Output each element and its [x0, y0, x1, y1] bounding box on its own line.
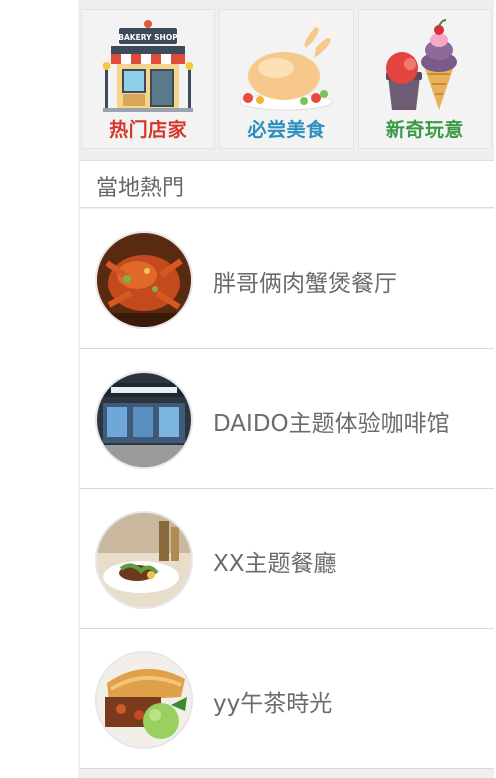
- place-name: yy午茶時光: [213, 691, 333, 717]
- svg-text:BAKERY SHOP: BAKERY SHOP: [118, 33, 178, 42]
- place-name: XX主题餐廳: [213, 551, 337, 577]
- section-title: 當地熱門: [96, 176, 185, 201]
- category-must-try-food[interactable]: 必尝美食: [219, 9, 354, 149]
- places-list: 胖哥俩肉蟹煲餐厅 DAIDO主题体验咖啡馆 XX主题餐廳 yy午茶時光: [80, 209, 494, 769]
- bottom-divider: [80, 769, 494, 778]
- bakery-shop-icon: BAKERY SHOP: [103, 20, 194, 112]
- list-item[interactable]: yy午茶時光: [80, 629, 494, 769]
- list-item[interactable]: XX主题餐廳: [80, 489, 494, 629]
- category-label: 新奇玩意: [385, 119, 464, 141]
- place-name: 胖哥俩肉蟹煲餐厅: [213, 271, 397, 297]
- category-label: 热门店家: [109, 119, 188, 141]
- pie-dessert-photo: [95, 651, 193, 749]
- roast-chicken-icon: [239, 20, 336, 111]
- list-item[interactable]: 胖哥俩肉蟹煲餐厅: [80, 209, 494, 349]
- category-label: 必尝美食: [247, 119, 326, 141]
- category-row: BAKERY SHOP 热门店家 必尝美食 新奇玩意: [81, 9, 492, 149]
- list-item[interactable]: DAIDO主题体验咖啡馆: [80, 349, 494, 489]
- place-name: DAIDO主题体验咖啡馆: [213, 411, 450, 437]
- category-hot-shops[interactable]: BAKERY SHOP 热门店家: [81, 9, 216, 149]
- category-novelties[interactable]: 新奇玩意: [357, 9, 492, 149]
- ice-cream-icon: [385, 19, 457, 110]
- cafe-storefront-photo: [95, 371, 193, 469]
- restaurant-plate-photo: [95, 511, 193, 609]
- crab-dish-photo: [95, 231, 193, 329]
- section-header: 當地熱門: [80, 160, 494, 208]
